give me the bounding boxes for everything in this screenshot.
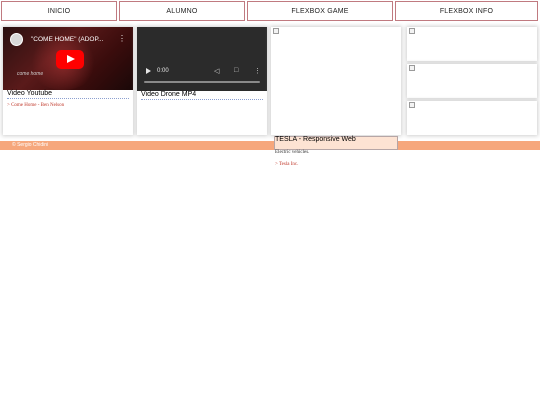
footer-bar: [0, 141, 540, 150]
more-options-icon[interactable]: ⋮: [118, 35, 126, 43]
nav-alumno-button[interactable]: ALUMNO: [119, 1, 245, 21]
youtube-player[interactable]: "COME HOME" (ADOP... ⋮ come home: [3, 27, 133, 90]
nav-flexbox-info-button[interactable]: FLEXBOX INFO: [395, 1, 538, 21]
tesla-card-title: TESLA - Responsive Web: [275, 136, 356, 143]
tesla-card-link[interactable]: > Tesla Inc.: [275, 162, 298, 167]
top-nav: INICIO ALUMNO FLEXBOX GAME FLEXBOX INFO: [0, 0, 540, 24]
footer-copyright: © Sergio Chidini: [12, 142, 49, 148]
broken-image-icon: [273, 28, 279, 34]
tesla-card-description: Electric vehicles.: [275, 150, 310, 155]
broken-image-icon: [409, 28, 415, 34]
nav-flexbox-game-button[interactable]: FLEXBOX GAME: [247, 1, 393, 21]
nav-inicio-button[interactable]: INICIO: [1, 1, 117, 21]
drone-video-player[interactable]: 0:00 ◁ □ ⋮: [137, 27, 267, 91]
broken-image-icon: [409, 65, 415, 71]
side-card-2: [407, 64, 537, 98]
video-time: 0:00: [157, 68, 169, 74]
video-progress-bar[interactable]: [144, 81, 260, 83]
youtube-video-title[interactable]: "COME HOME" (ADOP...: [31, 36, 103, 43]
side-card-1: [407, 27, 537, 61]
play-icon[interactable]: [146, 68, 151, 74]
fullscreen-icon[interactable]: □: [234, 67, 238, 74]
more-options-icon[interactable]: ⋮: [254, 67, 261, 75]
broken-image-icon: [409, 102, 415, 108]
youtube-card-link[interactable]: > Come Home - Ben Nelson: [7, 103, 64, 108]
side-card-3: [407, 101, 537, 135]
channel-avatar[interactable]: [10, 33, 23, 46]
youtube-card-title: Video Youtube: [7, 90, 129, 99]
thumbnail-caption: come home: [17, 71, 44, 77]
youtube-play-icon[interactable]: [56, 50, 84, 69]
drone-card-title: Video Drone MP4: [141, 91, 263, 100]
volume-icon[interactable]: ◁: [214, 67, 219, 75]
tesla-card: [271, 27, 401, 135]
